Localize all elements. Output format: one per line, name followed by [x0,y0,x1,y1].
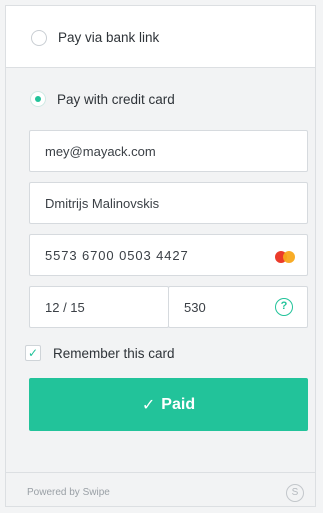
powered-by-text: Powered by Swipe [27,487,110,498]
mastercard-icon [275,251,295,263]
remember-card-label[interactable]: Remember this card [53,346,175,361]
card-number-field[interactable]: 5573 6700 0503 4427 [29,234,308,276]
cardholder-name-value: Dmitrijs Malinovskis [45,196,160,211]
pay-button[interactable]: ✓ Paid [29,378,308,431]
credit-card-label[interactable]: Pay with credit card [57,92,175,107]
bank-link-option[interactable]: Pay via bank link [6,6,315,68]
email-value: mey@mayack.com [45,144,156,159]
card-number-value: 5573 6700 0503 4427 [45,248,189,263]
checkmark-icon: ✓ [141,396,156,414]
remember-card-checkbox[interactable]: ✓ [25,345,41,361]
email-field[interactable]: mey@mayack.com [29,130,308,172]
help-icon[interactable]: ? [275,298,293,316]
credit-card-radio[interactable] [30,91,46,107]
expiry-field[interactable]: 12 / 15 [29,286,169,328]
footer-divider [5,472,316,473]
swipe-logo-icon: S [286,484,304,502]
cvc-field[interactable]: 530 ? [168,286,308,328]
expiry-value: 12 / 15 [45,300,85,315]
bank-link-radio[interactable] [31,30,47,46]
pay-button-label: Paid [161,395,196,413]
cvc-value: 530 [184,300,206,315]
bank-link-label: Pay via bank link [58,30,160,45]
cardholder-name-field[interactable]: Dmitrijs Malinovskis [29,182,308,224]
